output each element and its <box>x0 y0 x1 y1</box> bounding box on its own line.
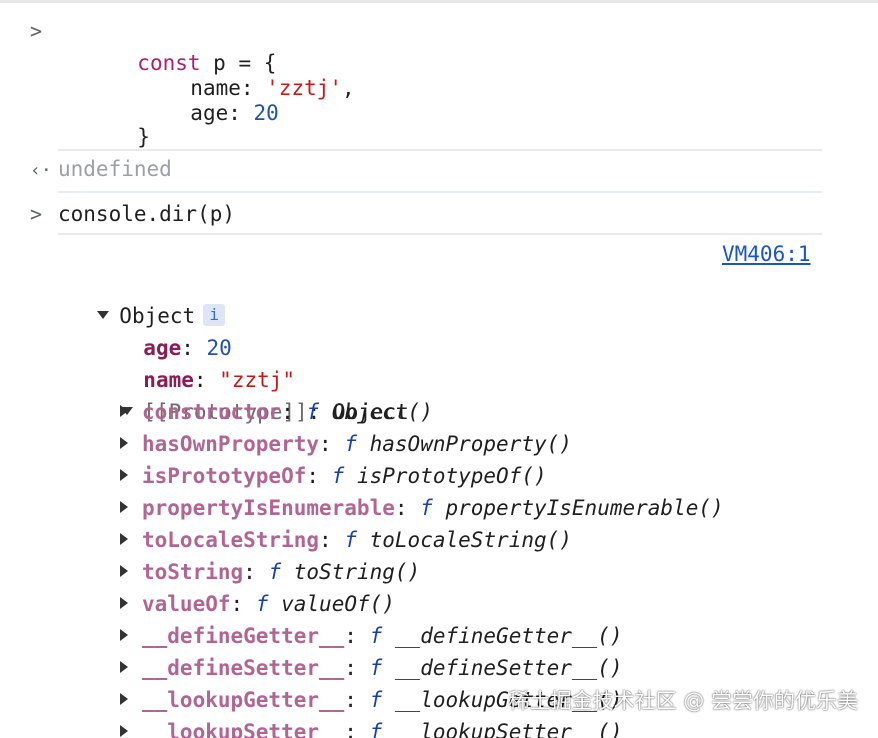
proto-member-row[interactable]: __defineSetter__: f __defineSetter__() <box>120 652 622 684</box>
proto-member-row[interactable]: hasOwnProperty: f hasOwnProperty() <box>120 428 572 460</box>
triangle-right-icon[interactable] <box>120 469 128 481</box>
function-symbol: f <box>331 464 345 488</box>
proto-member-key: constructor <box>142 400 282 424</box>
triangle-right-icon[interactable] <box>120 661 128 673</box>
proto-member-function: __lookupSetter__() <box>394 720 623 738</box>
proto-member-key: __lookupGetter__ <box>142 688 345 712</box>
function-symbol: f <box>369 720 383 738</box>
code-line-3[interactable]: age: 20 <box>165 65 279 125</box>
proto-member-function: __defineSetter__() <box>394 656 623 680</box>
triangle-right-icon[interactable] <box>120 725 128 737</box>
separator <box>58 149 822 151</box>
prop-row: age: 20 <box>118 300 232 360</box>
triangle-right-icon[interactable] <box>120 405 128 417</box>
code-value-age: 20 <box>253 101 279 125</box>
function-symbol: f <box>255 592 269 616</box>
function-symbol: f <box>344 432 357 456</box>
triangle-right-icon[interactable] <box>120 597 128 609</box>
triangle-down-icon[interactable] <box>97 311 110 319</box>
proto-member-colon: : <box>281 400 307 424</box>
code-close-brace: } <box>137 125 150 149</box>
proto-member-row[interactable]: __lookupSetter__: f __lookupSetter__() <box>120 716 622 738</box>
proto-member-row[interactable]: toLocaleString: f toLocaleString() <box>120 524 572 556</box>
console-input[interactable]: console.dir(p) <box>58 198 235 230</box>
proto-member-row[interactable]: constructor: f Object() <box>120 396 433 428</box>
proto-member-function: __defineGetter__() <box>394 624 623 648</box>
proto-member-colon: : <box>344 688 370 712</box>
watermark: 稀土掘金技术社区 @ 尝尝你的优乐美 <box>508 689 858 713</box>
function-symbol: f <box>268 560 282 584</box>
proto-member-key: hasOwnProperty <box>142 432 320 456</box>
input-prompt-icon: > <box>30 19 43 43</box>
proto-member-key: isPrototypeOf <box>142 464 307 488</box>
triangle-right-icon[interactable] <box>120 693 128 705</box>
triangle-right-icon[interactable] <box>120 533 128 545</box>
proto-member-key: __defineSetter__ <box>142 656 345 680</box>
proto-member-colon: : <box>306 464 332 488</box>
proto-member-colon: : <box>394 496 421 520</box>
prop-row: name: "zztj" <box>118 332 295 392</box>
separator <box>58 233 822 235</box>
triangle-right-icon[interactable] <box>120 565 128 577</box>
function-symbol: f <box>369 656 383 680</box>
prototype-header[interactable]: [[Prototype]]: Object <box>96 364 409 424</box>
proto-member-function: toString() <box>293 560 421 584</box>
proto-member-function: isPrototypeOf() <box>356 464 547 488</box>
return-arrow-icon: ‹· <box>30 160 52 181</box>
code-key-age: age: <box>190 101 254 125</box>
object-header[interactable]: Object i <box>72 268 226 328</box>
proto-member-function: propertyIsEnumerable() <box>445 496 724 520</box>
proto-member-colon: : <box>319 528 345 552</box>
proto-member-colon: : <box>344 720 370 738</box>
proto-member-colon: : <box>319 432 345 456</box>
proto-member-function: hasOwnProperty() <box>369 432 572 456</box>
output-undefined: undefined <box>58 157 172 181</box>
triangle-right-icon[interactable] <box>120 629 128 641</box>
proto-member-function: Object() <box>331 400 433 424</box>
top-border <box>0 0 878 3</box>
code-line-4[interactable]: } <box>112 89 150 149</box>
proto-member-key: propertyIsEnumerable <box>142 496 395 520</box>
proto-member-colon: : <box>243 560 269 584</box>
proto-member-key: valueOf <box>142 592 231 616</box>
input-prompt-icon: > <box>30 202 43 226</box>
proto-member-key: __defineGetter__ <box>142 624 345 648</box>
proto-member-row[interactable]: propertyIsEnumerable: f propertyIsEnumer… <box>120 492 724 524</box>
proto-member-row[interactable]: isPrototypeOf: f isPrototypeOf() <box>120 460 547 492</box>
proto-member-colon: : <box>344 624 370 648</box>
code-comma: , <box>342 76 355 100</box>
proto-member-key: toString <box>142 560 244 584</box>
function-symbol: f <box>344 528 357 552</box>
function-symbol: f <box>420 496 433 520</box>
source-link[interactable]: VM406:1 <box>722 238 811 270</box>
proto-member-row[interactable]: toString: f toString() <box>120 556 420 588</box>
separator <box>58 191 822 193</box>
proto-member-colon: : <box>230 592 256 616</box>
function-symbol: f <box>369 624 383 648</box>
proto-member-key: toLocaleString <box>142 528 320 552</box>
proto-member-colon: : <box>344 656 370 680</box>
triangle-right-icon[interactable] <box>120 437 128 449</box>
proto-member-row[interactable]: valueOf: f valueOf() <box>120 588 395 620</box>
proto-member-function: toLocaleString() <box>369 528 572 552</box>
function-symbol: f <box>306 400 320 424</box>
proto-member-function: valueOf() <box>281 592 395 616</box>
function-symbol: f <box>369 688 383 712</box>
proto-member-row[interactable]: __defineGetter__: f __defineGetter__() <box>120 620 622 652</box>
triangle-right-icon[interactable] <box>120 501 128 513</box>
proto-member-key: __lookupSetter__ <box>142 720 345 738</box>
